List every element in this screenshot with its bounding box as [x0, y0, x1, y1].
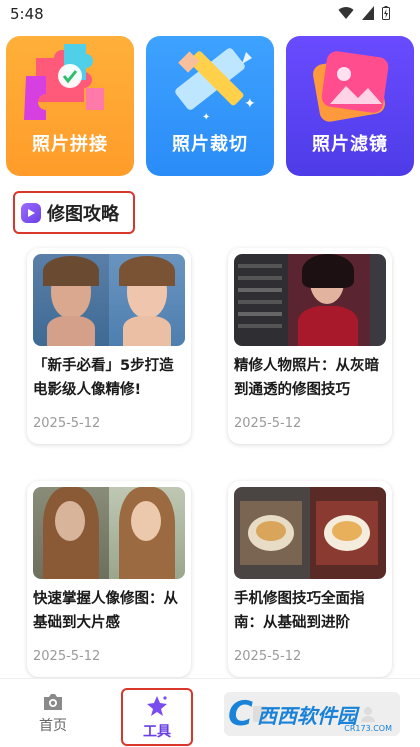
article-date: 2025-5-12 — [234, 416, 302, 431]
tool-label-collage: 照片拼接 — [32, 134, 108, 155]
article-thumbnail — [234, 254, 386, 346]
image-filter-icon — [313, 51, 389, 122]
nav-home[interactable]: 首页 — [13, 679, 93, 747]
tool-card-filter[interactable]: 照片滤镜 — [286, 36, 414, 176]
status-bar: 5:48 — [0, 0, 420, 30]
article-card[interactable]: 「新手必看」5步打造电影级人像精修! 2025-5-12 — [27, 248, 191, 444]
article-title: 快速掌握人像修图：从基础到大片感 — [33, 591, 178, 631]
svg-text:✦: ✦ — [244, 96, 256, 112]
watermark-brand: 西西软件园 — [256, 703, 357, 728]
section-title: 修图攻略 — [47, 203, 119, 225]
tool-grid: 照片拼接 ✦ ✦ 照片裁切 照片滤镜 — [6, 36, 414, 176]
article-thumbnail — [33, 487, 185, 579]
wifi-icon — [338, 7, 354, 20]
article-thumbnail — [234, 487, 386, 579]
article-card[interactable]: 精修人物照片：从灰暗到通透的修图技巧 2025-5-12 — [228, 248, 392, 444]
article-card[interactable]: 快速掌握人像修图：从基础到大片感 2025-5-12 — [27, 481, 191, 677]
nav-tools[interactable]: 工具 — [121, 688, 193, 746]
article-card[interactable]: 手机修图技巧全面指南：从基础到进阶 2025-5-12 — [228, 481, 392, 677]
battery-icon — [382, 6, 390, 20]
article-date: 2025-5-12 — [33, 649, 101, 664]
status-icons — [338, 6, 390, 20]
article-title: 「新手必看」5步打造电影级人像精修! — [33, 358, 174, 398]
puzzle-icon — [24, 44, 104, 120]
watermark-c-icon: C — [228, 694, 253, 734]
tool-label-crop: 照片裁切 — [172, 134, 248, 155]
article-thumbnail — [33, 254, 185, 346]
watermark-logo: C 西西软件园 CR173.COM — [224, 692, 400, 736]
nav-home-label: 首页 — [39, 718, 67, 734]
nav-tools-label: 工具 — [143, 723, 171, 740]
magic-star-icon — [147, 695, 167, 716]
status-time: 5:48 — [10, 5, 44, 23]
article-title: 手机修图技巧全面指南：从基础到进阶 — [234, 591, 365, 631]
signal-icon — [362, 6, 374, 20]
article-date: 2025-5-12 — [33, 416, 101, 431]
play-icon — [21, 202, 41, 223]
svg-text:✦: ✦ — [202, 112, 210, 123]
tool-card-collage[interactable]: 照片拼接 — [6, 36, 134, 176]
camera-icon — [44, 694, 62, 710]
article-title: 精修人物照片：从灰暗到通透的修图技巧 — [234, 358, 379, 398]
tool-card-crop[interactable]: ✦ ✦ 照片裁切 — [146, 36, 274, 176]
tool-label-filter: 照片滤镜 — [312, 134, 388, 155]
pencil-ruler-icon: ✦ ✦ — [175, 48, 256, 123]
article-date: 2025-5-12 — [234, 649, 302, 664]
section-header: 修图攻略 — [13, 191, 135, 234]
watermark-sub: CR173.COM — [344, 724, 392, 733]
